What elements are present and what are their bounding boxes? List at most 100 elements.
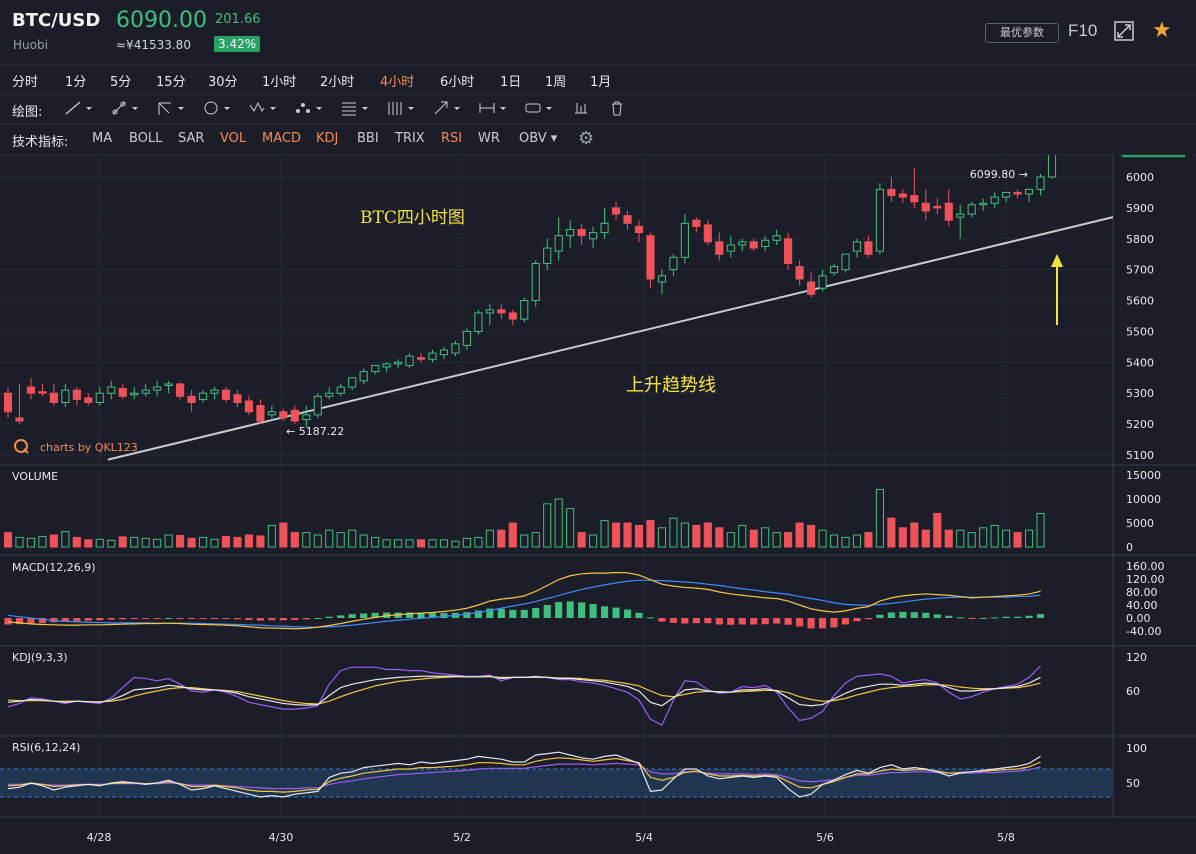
timeframe-tab[interactable]: 6小时 xyxy=(440,71,474,90)
volume-bar[interactable] xyxy=(956,529,965,548)
candle[interactable] xyxy=(290,409,299,422)
volume-bar[interactable] xyxy=(141,537,150,548)
candle[interactable] xyxy=(795,266,804,280)
candle[interactable] xyxy=(967,204,976,215)
volume-bar[interactable] xyxy=(279,522,288,548)
volume-bar[interactable] xyxy=(313,534,322,548)
candle[interactable] xyxy=(313,395,322,416)
best-params-button[interactable]: 最优参数 xyxy=(985,23,1059,43)
volume-bar[interactable] xyxy=(371,536,380,548)
pattern-tool-icon[interactable] xyxy=(294,99,324,117)
timeframe-tab[interactable]: 1小时 xyxy=(262,71,296,90)
volume-bar[interactable] xyxy=(841,536,850,548)
volume-bar[interactable] xyxy=(531,532,540,548)
timeframe-tab[interactable]: 1日 xyxy=(500,71,521,90)
volume-bar[interactable] xyxy=(703,522,712,548)
candle[interactable] xyxy=(3,392,13,413)
candle[interactable] xyxy=(715,241,724,255)
volume-bar[interactable] xyxy=(554,498,563,548)
fibonacci-tool-icon[interactable] xyxy=(340,99,370,117)
indicator-toggle[interactable]: OBV ▾ xyxy=(519,131,557,146)
timeframe-tab[interactable]: 1周 xyxy=(545,71,566,90)
kdj-pane[interactable]: KDJ(9,3,3) 60 120 xyxy=(7,651,1147,726)
volume-bar[interactable] xyxy=(543,503,552,548)
candle[interactable] xyxy=(118,388,127,397)
candle[interactable] xyxy=(841,253,850,271)
volume-bar[interactable] xyxy=(95,538,104,548)
volume-bar[interactable] xyxy=(577,532,586,548)
volume-bar[interactable] xyxy=(15,536,24,548)
timeframe-tab[interactable]: 5分 xyxy=(110,71,131,90)
candle[interactable] xyxy=(921,202,930,212)
candle[interactable] xyxy=(680,222,689,258)
candle[interactable] xyxy=(623,215,632,224)
timeframe-tab[interactable]: 1月 xyxy=(590,71,611,90)
volume-pane[interactable]: VOLUME 0 5000 10000 15000 xyxy=(3,469,1161,554)
volume-bar[interactable] xyxy=(589,534,598,548)
volume-bar[interactable] xyxy=(761,527,770,548)
candle[interactable] xyxy=(1013,191,1022,195)
volume-bar[interactable] xyxy=(26,537,36,548)
timeframe-tab[interactable]: 4小时 xyxy=(380,71,414,90)
volume-bar[interactable] xyxy=(990,524,999,548)
f10-button[interactable]: F10 xyxy=(1068,21,1097,41)
candle[interactable] xyxy=(130,392,139,396)
volume-bar[interactable] xyxy=(485,529,494,548)
candlestick-pane[interactable]: 5100 5200 5300 5400 5500 5600 5700 5800 5900 6000… xyxy=(0,155,1185,462)
candle[interactable] xyxy=(267,411,276,416)
candle[interactable] xyxy=(634,225,644,234)
volume-bar[interactable] xyxy=(726,532,735,548)
volume-bar[interactable] xyxy=(153,538,162,548)
volume-bar[interactable] xyxy=(864,532,873,548)
candle[interactable] xyxy=(520,300,529,320)
candle[interactable] xyxy=(531,262,540,302)
volume-bar[interactable] xyxy=(818,529,827,548)
volume-bar[interactable] xyxy=(256,535,265,548)
volume-bar[interactable] xyxy=(290,532,299,548)
volume-bar[interactable] xyxy=(520,534,529,548)
candle[interactable] xyxy=(84,397,93,403)
volume-bar[interactable] xyxy=(1013,532,1022,548)
volume-bar[interactable] xyxy=(164,534,173,548)
candle[interactable] xyxy=(244,400,253,413)
volume-bar[interactable] xyxy=(187,537,196,548)
candle[interactable] xyxy=(38,391,47,394)
expand-icon[interactable] xyxy=(1114,21,1134,41)
candle[interactable] xyxy=(864,241,873,255)
candle[interactable] xyxy=(990,196,999,204)
timeframe-tab[interactable]: 30分 xyxy=(208,71,238,90)
candle[interactable] xyxy=(611,207,621,215)
trash-icon[interactable] xyxy=(608,99,626,117)
candle[interactable] xyxy=(49,392,58,403)
volume-bar[interactable] xyxy=(680,522,689,548)
volume-bar[interactable] xyxy=(84,539,93,548)
candle[interactable] xyxy=(256,405,265,422)
candle[interactable] xyxy=(141,389,150,394)
candle[interactable] xyxy=(474,312,483,332)
volume-bar[interactable] xyxy=(910,522,919,548)
volume-bar[interactable] xyxy=(130,536,139,548)
indicator-toggle[interactable]: WR xyxy=(478,131,500,146)
candle[interactable] xyxy=(933,205,942,209)
volume-bar[interactable] xyxy=(933,512,942,548)
candle[interactable] xyxy=(336,386,345,394)
volume-bar[interactable] xyxy=(359,534,368,548)
volume-bar[interactable] xyxy=(244,534,253,548)
volume-bar[interactable] xyxy=(898,527,907,548)
volume-bar[interactable] xyxy=(210,538,219,548)
volume-bar[interactable] xyxy=(875,488,884,548)
candle[interactable] xyxy=(497,309,506,314)
indicator-toggle[interactable]: BBI xyxy=(357,131,379,146)
volume-bar[interactable] xyxy=(176,534,185,548)
volume-bar[interactable] xyxy=(749,529,758,548)
timeframe-tab[interactable]: 15分 xyxy=(156,71,186,90)
volume-bar[interactable] xyxy=(405,539,414,548)
volume-bar[interactable] xyxy=(738,524,747,548)
volume-bar[interactable] xyxy=(497,529,506,548)
indicator-toggle[interactable]: SAR xyxy=(178,131,204,146)
candle[interactable] xyxy=(956,213,965,218)
shape-tool-icon[interactable] xyxy=(202,99,232,117)
volume-bar[interactable] xyxy=(198,536,208,548)
volume-bar[interactable] xyxy=(416,539,426,548)
volume-bar[interactable] xyxy=(967,532,976,548)
